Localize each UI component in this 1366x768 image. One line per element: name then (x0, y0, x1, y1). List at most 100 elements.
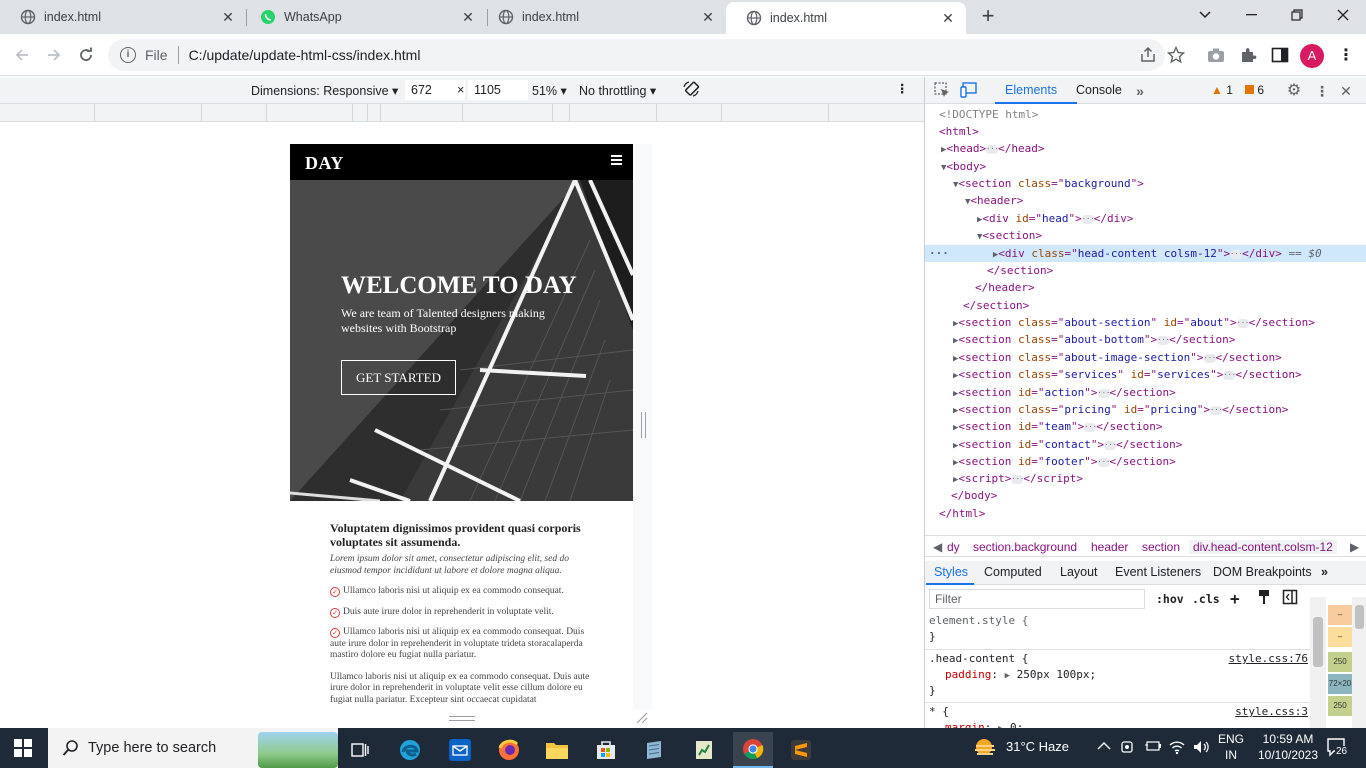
dom-node-section-row[interactable]: ▶<section id="footer">···</section> (925, 453, 1366, 470)
windows-start-icon[interactable] (14, 739, 32, 757)
taskbar-search[interactable]: Type here to search (48, 728, 338, 768)
minimize-button[interactable] (1228, 0, 1274, 30)
breadcrumb-scroll-left-icon[interactable]: ◀ (933, 540, 942, 554)
throttling-dropdown[interactable]: No throttling ▾ (579, 83, 656, 98)
height-input[interactable]: 1105 (468, 80, 528, 100)
dom-node-div-head[interactable]: ▶<div id="head">···</div> (925, 210, 1366, 227)
resize-handle-bottom[interactable] (449, 716, 475, 721)
hov-toggle[interactable]: :hov (1156, 592, 1184, 606)
dom-node-script[interactable]: ▶<script>···</script> (925, 470, 1366, 487)
wifi-icon[interactable] (1168, 739, 1186, 758)
close-icon[interactable]: ✕ (460, 9, 476, 25)
tab-console[interactable]: Console (1076, 83, 1122, 97)
dom-node-html[interactable]: <html> (925, 123, 1366, 140)
rotate-icon[interactable] (682, 80, 700, 101)
battery-icon[interactable] (1144, 739, 1162, 756)
extensions-icon[interactable] (1236, 43, 1260, 67)
sublime-text-icon[interactable] (781, 732, 821, 768)
breadcrumb-item[interactable]: section (1142, 540, 1180, 554)
close-window-button[interactable] (1320, 0, 1366, 30)
dom-node-section-row[interactable]: ▶<section class="pricing" id="pricing">·… (925, 401, 1366, 418)
hamburger-menu-icon[interactable] (611, 155, 622, 165)
sheets-app-icon[interactable] (684, 732, 724, 768)
scrollbar-thumb[interactable] (1313, 617, 1323, 667)
dom-node-actions-icon[interactable]: ··· (929, 247, 949, 260)
dom-node-section-row[interactable]: ▶<section class="about-section" id="abou… (925, 314, 1366, 331)
address-bar[interactable]: i File C:/update/update-html-css/index.h… (108, 39, 1165, 71)
tab-computed[interactable]: Computed (984, 565, 1042, 579)
add-rule-icon[interactable]: + (1230, 589, 1240, 608)
close-icon[interactable]: ✕ (1337, 82, 1355, 100)
close-icon[interactable]: ✕ (700, 9, 716, 25)
dom-node-body[interactable]: ▼<body> (925, 158, 1366, 175)
dom-node-section-row[interactable]: ▶<section class="about-image-section">··… (925, 349, 1366, 366)
notes-app-icon[interactable] (634, 732, 674, 768)
tab-event-listeners[interactable]: Event Listeners (1115, 565, 1201, 579)
filter-input[interactable]: Filter (929, 589, 1145, 609)
task-view-icon[interactable] (340, 732, 380, 768)
css-declaration[interactable]: padding: ▶ 250px 100px; (929, 667, 1096, 683)
firefox-icon[interactable] (489, 732, 529, 768)
sidebar-toggle-icon[interactable] (1282, 589, 1298, 608)
resize-corner-icon[interactable] (636, 712, 648, 724)
reload-button[interactable] (73, 42, 99, 68)
site-logo[interactable]: DAY (305, 153, 344, 174)
get-started-button[interactable]: GET STARTED (341, 360, 456, 395)
avatar[interactable]: A (1300, 44, 1324, 68)
share-icon[interactable] (1139, 46, 1157, 67)
language-indicator[interactable]: ENG IN (1216, 731, 1246, 763)
styles-scrollbar[interactable] (1310, 597, 1326, 728)
dimensions-dropdown[interactable]: Dimensions: Responsive ▾ (251, 83, 398, 98)
paint-brush-icon[interactable] (1257, 589, 1271, 608)
width-input[interactable]: 672 (405, 80, 465, 100)
browser-tab-whatsapp[interactable]: WhatsApp ✕ (240, 0, 486, 34)
dom-node-section-row[interactable]: ▶<section class="services" id="services"… (925, 366, 1366, 383)
more-tabs-icon[interactable]: » (1131, 82, 1149, 100)
rule-source-link[interactable]: style.css:3 (1235, 704, 1308, 720)
tab-search-button[interactable] (1182, 0, 1228, 30)
kebab-menu-icon[interactable]: ⋮ (1313, 82, 1331, 100)
inspect-element-icon[interactable] (933, 82, 951, 100)
volume-icon[interactable] (1192, 739, 1210, 758)
dom-node-section-background[interactable]: ▼<section class="background"> (925, 175, 1366, 192)
more-tabs-icon[interactable]: » (1321, 565, 1328, 579)
breadcrumb-item[interactable]: header (1091, 540, 1128, 554)
close-icon[interactable]: ✕ (940, 10, 956, 26)
dom-node-section[interactable]: ▼<section> (925, 227, 1366, 244)
zoom-dropdown[interactable]: 51% ▾ (532, 83, 567, 98)
meet-now-icon[interactable] (1120, 739, 1136, 758)
breadcrumb-item[interactable]: dy (947, 540, 960, 554)
expand-icon[interactable]: ▶ (1005, 671, 1010, 681)
dom-node-section-row[interactable]: ▶<section id="contact">···</section> (925, 436, 1366, 453)
back-button[interactable] (9, 42, 35, 68)
dom-node-selected[interactable]: ··· ▶<div class="head-content colsm-12">·… (925, 245, 1366, 262)
breadcrumb-scroll-right-icon[interactable]: ▶ (1350, 540, 1359, 554)
breadcrumb-item[interactable]: section.background (973, 540, 1077, 554)
tab-styles[interactable]: Styles (934, 565, 968, 579)
info-icon[interactable]: i (120, 47, 136, 63)
issues-badge[interactable]: 6 (1245, 83, 1264, 97)
new-tab-button[interactable]: + (976, 5, 1000, 29)
chrome-icon[interactable] (733, 732, 773, 768)
close-icon[interactable]: ✕ (220, 9, 236, 25)
weather-text[interactable]: 31°C Haze (1006, 739, 1069, 754)
chevron-up-icon[interactable] (1097, 739, 1111, 754)
bookmark-star-icon[interactable] (1164, 43, 1188, 67)
settings-gear-icon[interactable]: ⚙ (1285, 82, 1303, 100)
browser-tab-1[interactable]: index.html ✕ (0, 0, 246, 34)
rule-selector[interactable]: * { (929, 704, 949, 720)
resize-handle-right[interactable] (641, 412, 646, 438)
edge-icon[interactable] (390, 732, 430, 768)
restore-button[interactable] (1274, 0, 1320, 30)
dom-node-section-close[interactable]: </section> (925, 297, 1366, 314)
browser-tab-active[interactable]: index.html ✕ (726, 2, 966, 34)
clock[interactable]: 10:59 AM 10/10/2023 (1256, 731, 1320, 763)
store-icon[interactable] (586, 732, 626, 768)
box-model-scrollbar[interactable] (1352, 597, 1366, 728)
tab-dom-breakpoints[interactable]: DOM Breakpoints (1213, 565, 1312, 579)
warnings-badge[interactable]: ▲ 1 (1211, 83, 1233, 97)
dom-node-section-row[interactable]: ▶<section id="action">···</section> (925, 384, 1366, 401)
camera-icon[interactable] (1204, 43, 1228, 67)
side-panel-icon[interactable] (1268, 43, 1292, 67)
kebab-menu-icon[interactable]: ⋮ (1334, 43, 1358, 67)
